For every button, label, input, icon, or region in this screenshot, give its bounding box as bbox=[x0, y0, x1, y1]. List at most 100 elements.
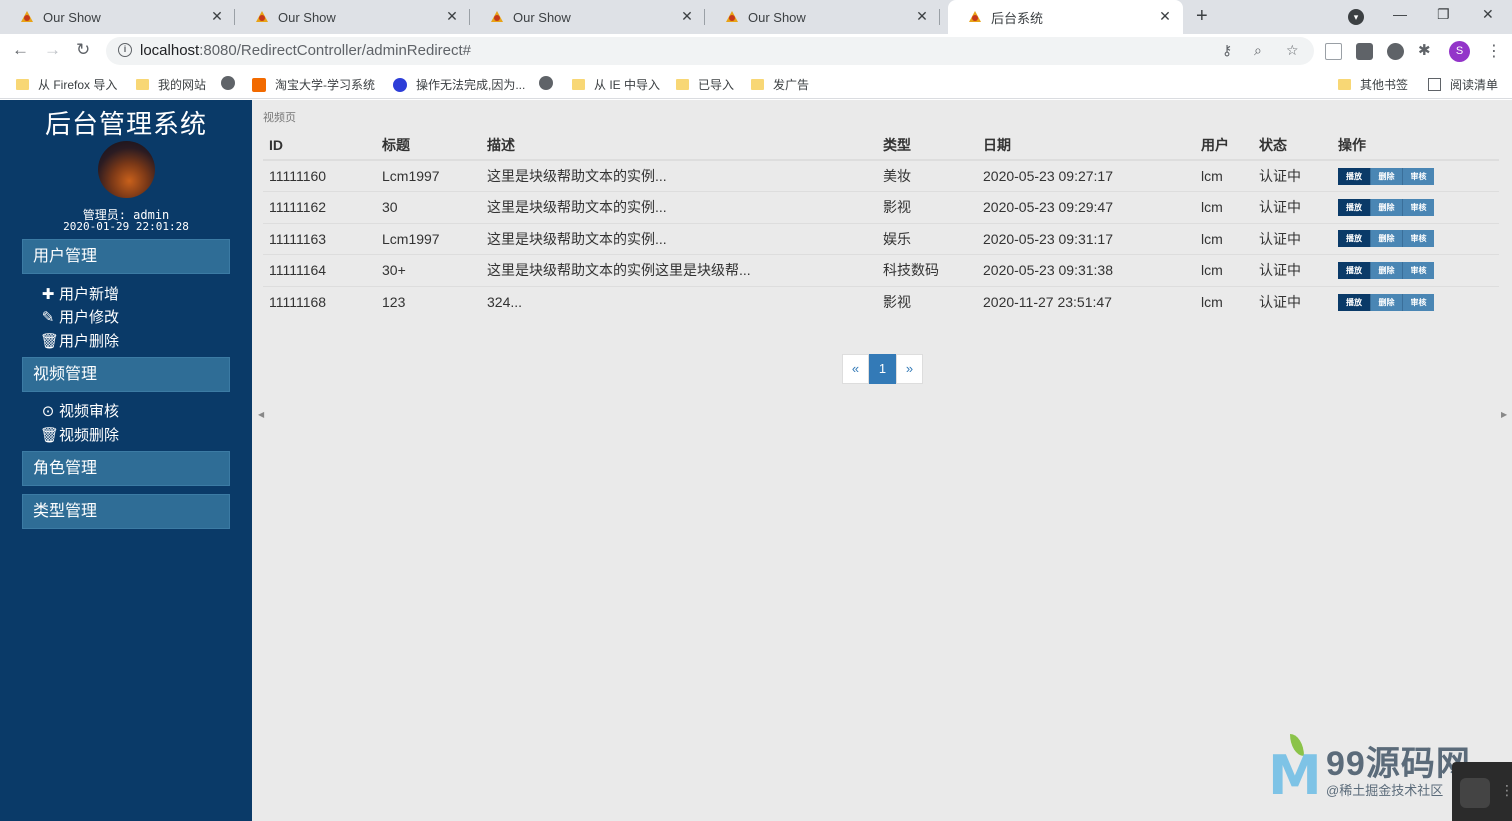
minimize-icon[interactable]: — bbox=[1393, 6, 1407, 22]
new-tab-icon[interactable]: + bbox=[1196, 5, 1208, 28]
bookmark-item[interactable]: 我的网站 bbox=[136, 76, 206, 93]
bookmark-item[interactable]: 淘宝大学-学习系统 bbox=[252, 76, 375, 93]
play-button[interactable]: 播放 bbox=[1338, 198, 1370, 216]
table-row: 11111168 123 324... 影视 2020-11-27 23:51:… bbox=[263, 285, 1499, 318]
widget-menu-icon: ⋮ bbox=[1500, 782, 1512, 798]
cell-id: 11111162 bbox=[263, 191, 376, 223]
zoom-icon[interactable]: ⌕ bbox=[1254, 42, 1262, 59]
cell-desc: 这里是块级帮助文本的实例这里是块级帮... bbox=[481, 254, 877, 286]
forward-icon[interactable]: → bbox=[44, 40, 61, 60]
cell-desc: 这里是块级帮助文本的实例... bbox=[481, 222, 877, 255]
floating-widget[interactable]: ⋮ bbox=[1452, 762, 1512, 821]
tab-search-icon[interactable]: ▾ bbox=[1348, 9, 1364, 25]
pagination-page-current[interactable]: 1 bbox=[869, 354, 896, 384]
audit-button[interactable]: 审核 bbox=[1402, 198, 1434, 216]
taobao-icon bbox=[252, 77, 266, 92]
sidebar-item-video-delete[interactable]: 🗑 视频删除 bbox=[40, 424, 119, 445]
bookmark-item[interactable]: 从 IE 中导入 bbox=[572, 76, 660, 93]
scroll-left-icon[interactable]: ◀ bbox=[258, 410, 264, 419]
tab-close-icon[interactable]: ✕ bbox=[444, 8, 460, 25]
cell-type: 影视 bbox=[877, 285, 977, 318]
play-button[interactable]: 播放 bbox=[1338, 261, 1370, 279]
bookmark-label: 操作无法完成,因为... bbox=[416, 78, 526, 92]
tab-separator bbox=[939, 9, 940, 25]
browser-tab[interactable]: Our Show ✕ bbox=[705, 0, 940, 34]
restore-icon[interactable]: ❐ bbox=[1437, 6, 1450, 23]
globe-icon bbox=[539, 76, 553, 90]
cell-date: 2020-11-27 23:51:47 bbox=[977, 285, 1195, 318]
bookmark-label: 其他书签 bbox=[1360, 78, 1409, 92]
cell-title: 30+ bbox=[376, 254, 481, 286]
play-button[interactable]: 播放 bbox=[1338, 167, 1370, 185]
extensions-puzzle-icon[interactable]: ✱ bbox=[1418, 41, 1435, 59]
menu-type-management[interactable]: 类型管理 bbox=[22, 494, 230, 529]
play-button[interactable]: 播放 bbox=[1338, 293, 1370, 311]
profile-avatar[interactable]: S bbox=[1449, 41, 1470, 62]
pagination-prev[interactable]: « bbox=[842, 354, 869, 384]
sidebar-item-user-edit[interactable]: ✎ 用户修改 bbox=[40, 306, 119, 327]
cell-id: 11111168 bbox=[263, 285, 376, 318]
tab-close-icon[interactable]: ✕ bbox=[209, 8, 225, 25]
table-row: 11111163 Lcm1997 这里是块级帮助文本的实例... 娱乐 2020… bbox=[263, 222, 1499, 255]
extension-w-icon[interactable] bbox=[1387, 43, 1404, 60]
site-favicon-icon bbox=[490, 10, 504, 24]
audit-button[interactable]: 审核 bbox=[1402, 230, 1434, 248]
sidebar-item-label: 视频审核 bbox=[59, 403, 120, 420]
m-logo-icon: M bbox=[1268, 744, 1322, 807]
delete-button[interactable]: 删除 bbox=[1370, 293, 1402, 311]
admin-login-time: 2020-01-29 22:01:28 bbox=[63, 220, 189, 233]
tab-close-icon[interactable]: ✕ bbox=[914, 8, 930, 25]
cell-title: 123 bbox=[376, 285, 481, 318]
scroll-right-icon[interactable]: ▶ bbox=[1501, 410, 1507, 419]
tab-close-icon[interactable]: ✕ bbox=[1157, 8, 1173, 25]
cast-icon[interactable] bbox=[1325, 43, 1342, 60]
address-bar[interactable]: i localhost:8080/RedirectController/admi… bbox=[106, 37, 1314, 65]
sidebar-item-video-audit[interactable]: ⊙ 视频审核 bbox=[40, 400, 119, 421]
sidebar-item-user-add[interactable]: ✚ 用户新增 bbox=[40, 283, 119, 304]
bookmark-label: 从 IE 中导入 bbox=[594, 78, 661, 92]
other-bookmarks[interactable]: 其他书签 bbox=[1338, 76, 1408, 93]
bookmark-item[interactable]: 操作无法完成,因为... bbox=[393, 76, 525, 93]
main-content: 视频页 ID 标题 描述 类型 日期 用户 状态 操作 11111160 Lcm… bbox=[252, 100, 1512, 821]
menu-role-management[interactable]: 角色管理 bbox=[22, 451, 230, 486]
column-header: 标题 bbox=[376, 130, 481, 161]
url-text[interactable]: localhost:8080/RedirectController/adminR… bbox=[140, 42, 471, 59]
audit-button[interactable]: 审核 bbox=[1402, 293, 1434, 311]
site-info-icon[interactable]: i bbox=[118, 43, 132, 57]
sidebar-item-label: 用户新增 bbox=[59, 286, 120, 303]
sidebar-item-user-delete[interactable]: 🗑 用户删除 bbox=[40, 330, 119, 351]
play-button[interactable]: 播放 bbox=[1338, 230, 1370, 248]
screenshot-icon[interactable] bbox=[1356, 43, 1373, 60]
tab-close-icon[interactable]: ✕ bbox=[679, 8, 695, 25]
browser-tab[interactable]: Our Show ✕ bbox=[470, 0, 705, 34]
delete-button[interactable]: 删除 bbox=[1370, 167, 1402, 185]
audit-button[interactable]: 审核 bbox=[1402, 261, 1434, 279]
reading-list[interactable]: 阅读清单 bbox=[1428, 76, 1498, 93]
browser-tab[interactable]: Our Show ✕ bbox=[235, 0, 470, 34]
window-close-icon[interactable]: ✕ bbox=[1482, 6, 1494, 23]
back-icon[interactable]: ← bbox=[12, 40, 29, 60]
browser-tab-active[interactable]: 后台系统 ✕ bbox=[948, 0, 1183, 34]
sidebar-item-label: 用户修改 bbox=[59, 309, 120, 326]
bookmark-item[interactable]: 已导入 bbox=[676, 76, 734, 93]
tab-title: Our Show bbox=[278, 9, 336, 25]
reload-icon[interactable]: ↻ bbox=[76, 40, 90, 60]
bookmark-item[interactable] bbox=[221, 76, 244, 90]
delete-button[interactable]: 删除 bbox=[1370, 230, 1402, 248]
delete-button[interactable]: 删除 bbox=[1370, 198, 1402, 216]
audit-button[interactable]: 审核 bbox=[1402, 167, 1434, 185]
bookmark-item[interactable] bbox=[539, 76, 562, 90]
menu-user-management[interactable]: 用户管理 bbox=[22, 239, 230, 274]
bookmark-star-icon[interactable]: ☆ bbox=[1286, 42, 1299, 59]
delete-button[interactable]: 删除 bbox=[1370, 261, 1402, 279]
menu-video-management[interactable]: 视频管理 bbox=[22, 357, 230, 392]
cell-title: 30 bbox=[376, 191, 481, 223]
cell-ops: 播放 删除 审核 bbox=[1332, 159, 1499, 192]
folder-icon bbox=[676, 79, 689, 90]
pagination-next[interactable]: » bbox=[896, 354, 923, 384]
password-key-icon[interactable]: ⚷ bbox=[1222, 42, 1232, 59]
bookmark-item[interactable]: 从 Firefox 导入 bbox=[16, 76, 117, 93]
browser-tab[interactable]: Our Show ✕ bbox=[0, 0, 235, 34]
bookmark-item[interactable]: 发广告 bbox=[751, 76, 809, 93]
browser-menu-icon[interactable]: ⋮ bbox=[1486, 41, 1502, 61]
